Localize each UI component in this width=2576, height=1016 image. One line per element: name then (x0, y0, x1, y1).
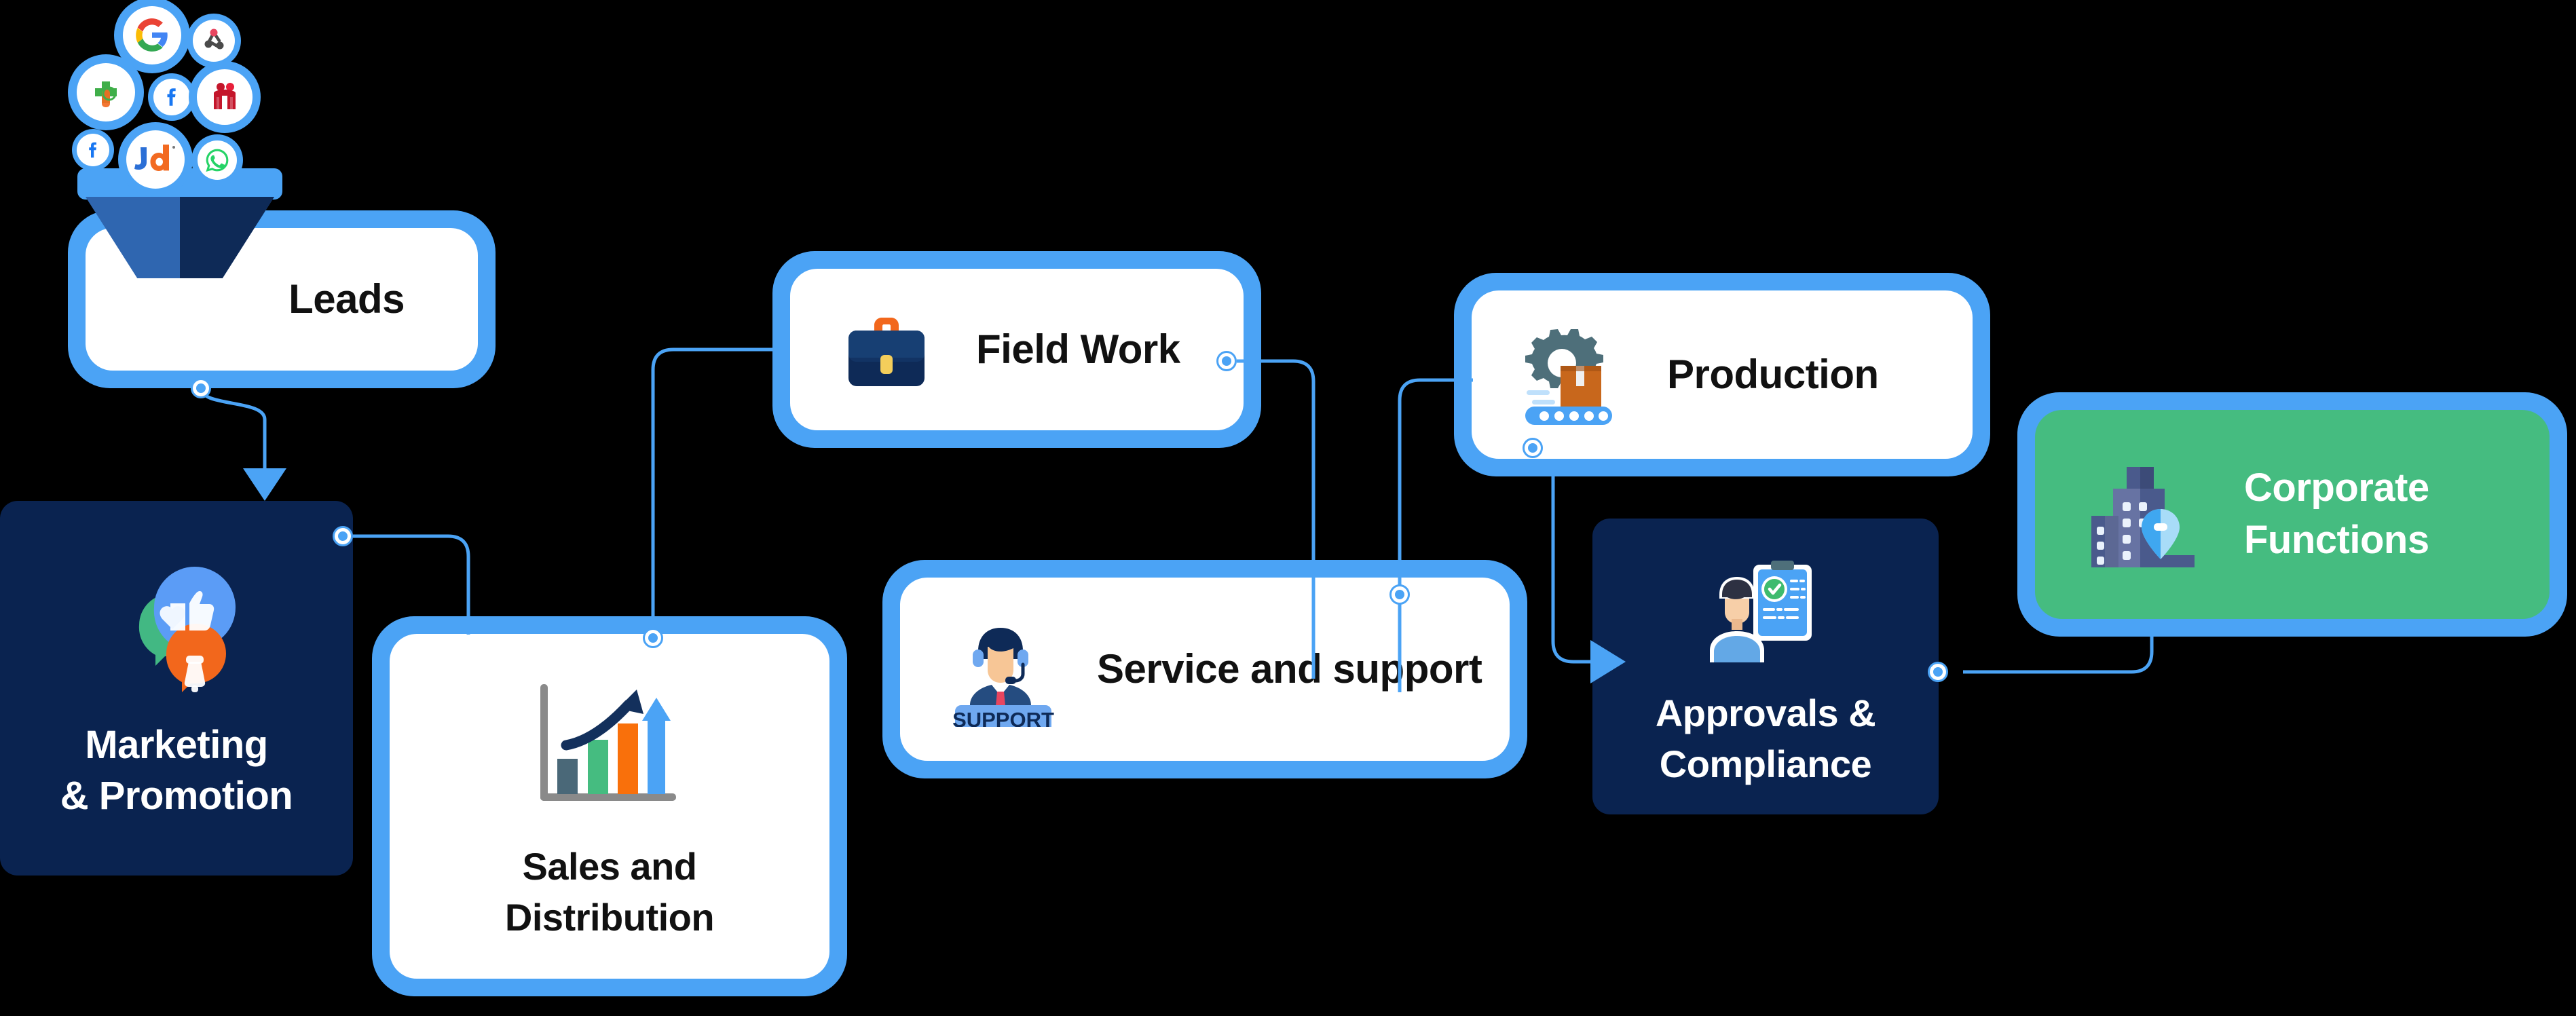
process-flow-diagram: Leads Marketing & Promotion Sales and Di… (0, 0, 2576, 1016)
lead-source-whatsapp (191, 134, 243, 186)
node-label-marketing-line2: & Promotion (60, 773, 293, 818)
growth-bar-chart-icon (535, 679, 684, 814)
arrowhead-down-marketing (243, 468, 286, 501)
lead-source-justdial (118, 122, 193, 197)
node-label-production: Production (1667, 352, 1879, 398)
port-approvals-right[interactable] (1928, 662, 1948, 682)
wire-sales-fieldwork (651, 347, 781, 638)
node-approvals-compliance[interactable]: Approvals & Compliance (1592, 519, 1939, 814)
node-label-approvals-line1: Approvals & (1655, 692, 1876, 734)
webhook-api-icon (204, 29, 224, 50)
whatsapp-icon (206, 149, 229, 172)
support-badge-text: SUPPORT (952, 708, 1054, 727)
node-service-support[interactable]: SUPPORT Service and support (882, 560, 1527, 778)
node-label-sales-line1: Sales and (522, 845, 697, 888)
lead-source-webhook (187, 14, 241, 68)
port-marketing-right[interactable] (333, 526, 353, 546)
port-leads-bottom[interactable] (191, 378, 211, 398)
justdial-icon (134, 145, 175, 171)
port-service-top[interactable] (1389, 584, 1410, 605)
node-label-leads: Leads (288, 276, 405, 322)
node-corporate-functions[interactable]: Corporate Functions (2017, 392, 2567, 637)
magicbricks-icon (214, 83, 236, 109)
google-icon (136, 18, 168, 52)
clipboard-check-person-icon (1704, 557, 1827, 665)
node-label-marketing-line1: Marketing (85, 723, 268, 767)
node-label-corporate-line1: Corporate (2244, 466, 2429, 510)
node-marketing-promotion[interactable]: Marketing & Promotion (0, 501, 353, 876)
gear-conveyor-icon (1514, 324, 1629, 426)
node-label-field-work: Field Work (976, 326, 1180, 373)
node-label-approvals-line2: Compliance (1659, 742, 1872, 785)
briefcase-icon (832, 302, 941, 397)
facebook-icon (89, 142, 96, 158)
wire-production-approvals (1551, 462, 1594, 664)
lead-source-magicbricks (189, 61, 261, 133)
node-sales-distribution[interactable]: Sales and Distribution (372, 616, 847, 996)
wire-leads-marketing (199, 388, 267, 468)
office-building-pin-icon (2084, 460, 2206, 569)
wire-approvals-corporate (1963, 631, 2154, 674)
node-field-work[interactable]: Field Work (772, 251, 1261, 448)
facebook-icon (167, 88, 176, 106)
lead-funnel-icon (68, 0, 292, 278)
social-engagement-icon (98, 542, 255, 704)
medical-cross-icon (95, 81, 117, 107)
lead-source-pharmacy (68, 54, 144, 130)
port-sales-top[interactable] (643, 628, 663, 648)
node-label-service-support: Service and support (1097, 646, 1482, 692)
node-label-sales-line2: Distribution (504, 895, 715, 939)
node-label-corporate-line2: Functions (2244, 518, 2429, 562)
lead-source-facebook-tiny (72, 129, 114, 171)
port-production-bottom-left[interactable] (1523, 438, 1543, 458)
port-fieldwork-right[interactable] (1216, 351, 1237, 371)
support-agent-icon: SUPPORT (939, 612, 1062, 727)
